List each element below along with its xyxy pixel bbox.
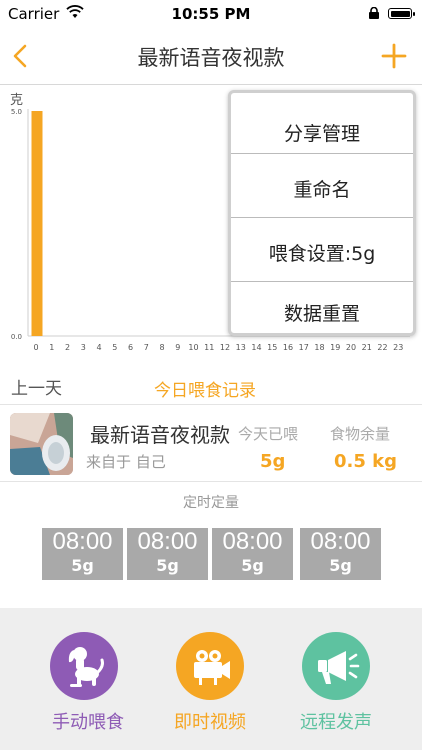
nav-bar: 最新语音夜视款 [0,28,422,85]
schedule-time: 08:00 [137,528,198,555]
today-feed-record-title: 今日喂食记录 [154,381,256,401]
device-owner: 来自于 自己 [86,453,166,471]
schedule-amount: 5g [329,556,352,575]
menu-item-share-management[interactable]: 分享管理 [231,119,413,146]
food-remaining-label: 食物余量 [330,425,391,443]
x-tick-label: 6 [128,343,133,352]
manual-feed-button[interactable] [50,632,118,700]
x-tick-label: 18 [314,343,324,352]
remote-voice-label[interactable]: 远程发声 [276,708,396,734]
fed-today-label: 今天已喂 [238,425,299,443]
menu-item-reset-data[interactable]: 数据重置 [231,299,413,326]
x-tick-label: 8 [159,343,164,352]
x-tick-label: 2 [65,343,70,352]
menu-divider [231,281,413,282]
y-tick-label: 5.0 [11,108,22,116]
clock: 10:55 PM [171,5,251,23]
x-tick-label: 3 [81,343,86,352]
x-tick-label: 5 [112,343,117,352]
schedule-amount: 5g [156,556,179,575]
x-tick-label: 16 [283,343,293,352]
schedule-slot-2[interactable]: 08:00 5g [127,528,208,580]
schedule-slot-4[interactable]: 08:00 5g [300,528,381,580]
rotation-lock-icon [369,7,379,19]
x-tick-label: 17 [299,343,309,352]
schedule-slot-1[interactable]: 08:00 5g [42,528,123,580]
menu-divider [231,153,413,154]
device-summary-row[interactable]: 最新语音夜视款 来自于 自己 今天已喂 5g 食物余量 0.5 kg [0,404,422,482]
video-camera-icon [194,650,230,685]
schedule-time: 08:00 [52,528,113,555]
x-tick-label: 11 [204,343,214,352]
schedule-amount: 5g [241,556,264,575]
remote-voice-button[interactable] [302,632,370,700]
menu-item-rename[interactable]: 重命名 [231,175,413,202]
device-thumbnail [10,413,73,475]
x-tick-label: 22 [377,343,387,352]
schedule-amount: 5g [71,556,94,575]
x-tick-label: 1 [49,343,54,352]
status-bar: Carrier 10:55 PM [0,0,422,28]
x-tick-label: 21 [362,343,372,352]
device-name: 最新语音夜视款 [90,423,230,447]
x-tick-label: 4 [96,343,101,352]
x-tick-label: 15 [267,343,277,352]
x-tick-label: 23 [393,343,403,352]
menu-divider [231,217,413,218]
schedule-slot-3[interactable]: 08:00 5g [212,528,293,580]
megaphone-icon [318,651,360,684]
food-remaining-value: 0.5 kg [334,451,398,472]
device-options-menu: 分享管理 重命名 喂食设置:5g 数据重置 [228,90,416,336]
previous-day-button[interactable]: 上一天 [11,374,62,399]
x-tick-label: 12 [220,343,230,352]
battery-icon [388,8,415,19]
x-tick-label: 0 [33,343,38,352]
live-video-label[interactable]: 即时视频 [150,708,270,734]
manual-feed-label[interactable]: 手动喂食 [28,708,148,734]
schedule-time: 08:00 [222,528,283,555]
y-tick-label: 0.0 [11,333,22,341]
x-tick-label: 20 [346,343,356,352]
x-tick-label: 14 [251,343,261,352]
x-tick-label: 10 [188,343,198,352]
dog-icon [68,647,104,687]
plus-icon[interactable] [378,40,410,72]
x-tick-label: 7 [144,343,149,352]
x-tick-label: 9 [175,343,180,352]
page-title: 最新语音夜视款 [137,46,285,70]
fed-today-value: 5g [260,451,286,472]
x-tick-label: 13 [236,343,246,352]
x-tick-label: 19 [330,343,340,352]
menu-item-feed-setting[interactable]: 喂食设置:5g [231,239,413,266]
live-video-button[interactable] [176,632,244,700]
schedule-time: 08:00 [310,528,371,555]
chart-bar [31,111,43,336]
scheduled-feeding-header: 定时定量 [183,495,239,511]
